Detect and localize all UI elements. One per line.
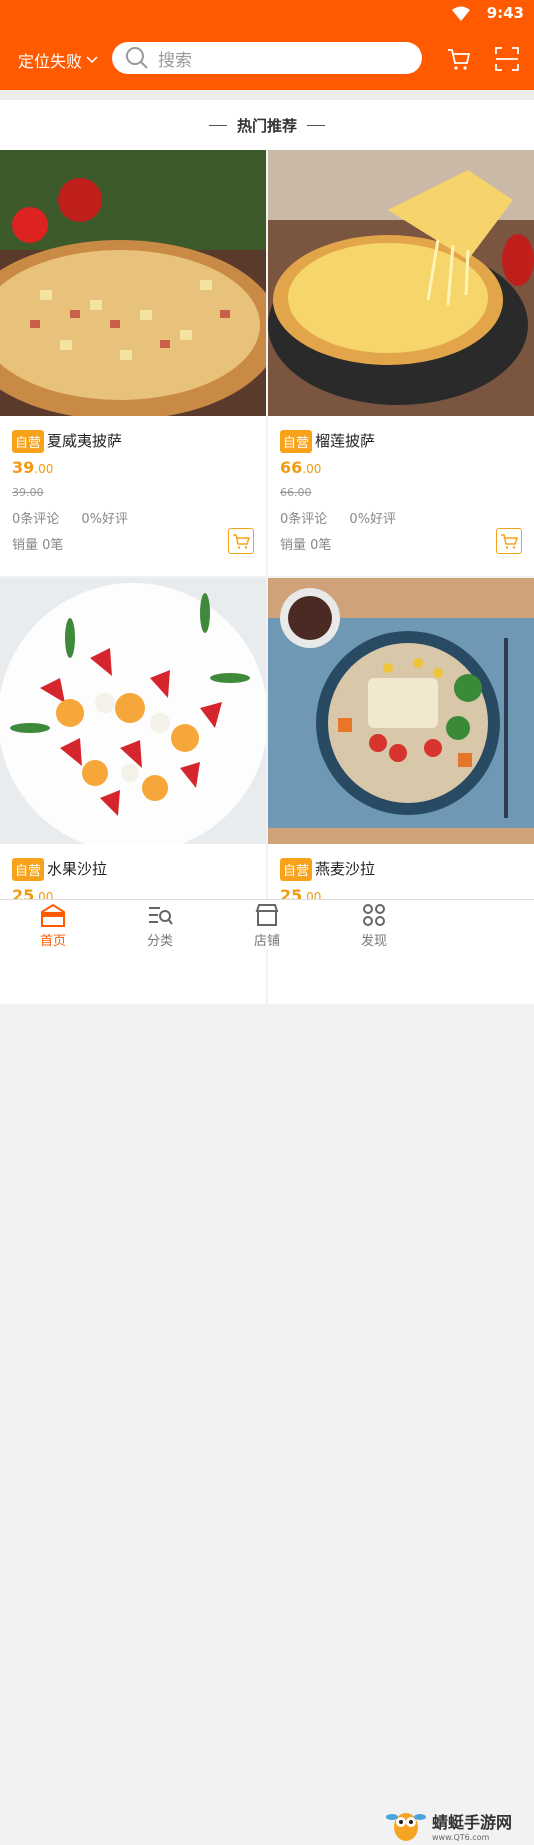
section-header: 热门推荐 bbox=[0, 100, 534, 150]
tab-label: 店铺 bbox=[253, 934, 280, 949]
scan-icon[interactable] bbox=[494, 46, 520, 72]
cart-icon[interactable] bbox=[446, 46, 472, 72]
discover-icon bbox=[363, 904, 385, 926]
review-stats: 0条评论 0%好评 bbox=[280, 508, 414, 527]
product-card[interactable]: 自营 榴莲披萨 66.00 66.00 0条评论 0%好评 销量 0笔 bbox=[268, 150, 534, 576]
store-icon bbox=[255, 904, 279, 926]
price-decimal: .00 bbox=[302, 462, 322, 476]
tab-label: 分类 bbox=[146, 934, 173, 949]
site-watermark: 蜻蜓手游网 www.QT6.com bbox=[386, 1805, 512, 1845]
chevron-down-icon bbox=[86, 56, 98, 64]
tab-label: 首页 bbox=[39, 934, 66, 949]
watermark-url: www.QT6.com bbox=[432, 1832, 490, 1842]
fruit-salad-image bbox=[0, 578, 266, 844]
section-title: 热门推荐 bbox=[236, 116, 297, 135]
search-placeholder: 搜索 bbox=[158, 50, 192, 71]
search-icon bbox=[126, 47, 148, 69]
product-info: 自营 夏威夷披萨 39.00 39.00 0条评论 0%好评 销量 0笔 bbox=[0, 416, 266, 576]
original-price: 39.00 bbox=[12, 486, 44, 499]
self-operated-badge: 自营 bbox=[280, 430, 313, 453]
good-rate: 0%好评 bbox=[349, 512, 397, 527]
sales-count: 销量 0笔 bbox=[280, 538, 332, 553]
review-count: 0条评论 bbox=[12, 512, 60, 527]
product-name: 夏威夷披萨 bbox=[47, 432, 123, 450]
watermark-text: 蜻蜓手游网 bbox=[432, 1812, 513, 1832]
self-operated-badge: 自营 bbox=[12, 858, 45, 881]
product-info: 自营 榴莲披萨 66.00 66.00 0条评论 0%好评 销量 0笔 bbox=[268, 416, 534, 576]
tab-discover[interactable]: 发现 bbox=[344, 902, 404, 949]
add-to-cart-icon[interactable] bbox=[496, 528, 522, 554]
review-stats: 0条评论 0%好评 bbox=[12, 508, 146, 527]
tab-home[interactable]: 首页 bbox=[23, 902, 83, 949]
product-name: 燕麦沙拉 bbox=[315, 860, 376, 878]
add-to-cart-icon[interactable] bbox=[228, 528, 254, 554]
divider-line bbox=[208, 124, 227, 126]
location-label: 定位失败 bbox=[18, 52, 83, 71]
tab-store[interactable]: 店铺 bbox=[237, 902, 297, 949]
good-rate: 0%好评 bbox=[81, 512, 129, 527]
sales-count: 销量 0笔 bbox=[12, 538, 64, 553]
review-count: 0条评论 bbox=[280, 512, 328, 527]
self-operated-badge: 自营 bbox=[12, 430, 45, 453]
self-operated-badge: 自营 bbox=[280, 858, 313, 881]
product-name: 榴莲披萨 bbox=[315, 432, 376, 450]
status-bar: 9:43 bbox=[0, 0, 534, 28]
product-price: 66.00 bbox=[280, 458, 321, 477]
price-integer: 39 bbox=[12, 458, 35, 477]
product-card[interactable]: 自营 夏威夷披萨 39.00 39.00 0条评论 0%好评 销量 0笔 bbox=[0, 150, 266, 576]
bottom-tab-bar: 首页 分类 店铺 发现 蜻蜓手游网 www.QT6.com bbox=[0, 899, 534, 1842]
location-selector[interactable]: 定位失败 bbox=[18, 48, 98, 72]
category-icon bbox=[149, 907, 173, 925]
wifi-icon bbox=[452, 6, 470, 21]
hawaiian-pizza-image bbox=[0, 150, 266, 416]
product-price: 39.00 bbox=[12, 458, 53, 477]
divider-line bbox=[307, 124, 325, 126]
top-header: 定位失败 搜索 bbox=[0, 28, 534, 90]
search-input[interactable]: 搜索 bbox=[112, 42, 422, 74]
dragonfly-logo-icon bbox=[386, 1813, 426, 1841]
tab-label: 发现 bbox=[360, 934, 387, 949]
price-integer: 66 bbox=[280, 458, 303, 477]
status-time: 9:43 bbox=[486, 4, 524, 22]
original-price: 66.00 bbox=[280, 486, 312, 499]
header-divider bbox=[0, 90, 534, 100]
oat-salad-image bbox=[268, 578, 534, 844]
tab-category[interactable]: 分类 bbox=[130, 902, 190, 949]
home-icon bbox=[41, 903, 65, 927]
durian-pizza-image bbox=[268, 150, 534, 416]
product-name: 水果沙拉 bbox=[47, 860, 108, 878]
price-decimal: .00 bbox=[34, 462, 54, 476]
